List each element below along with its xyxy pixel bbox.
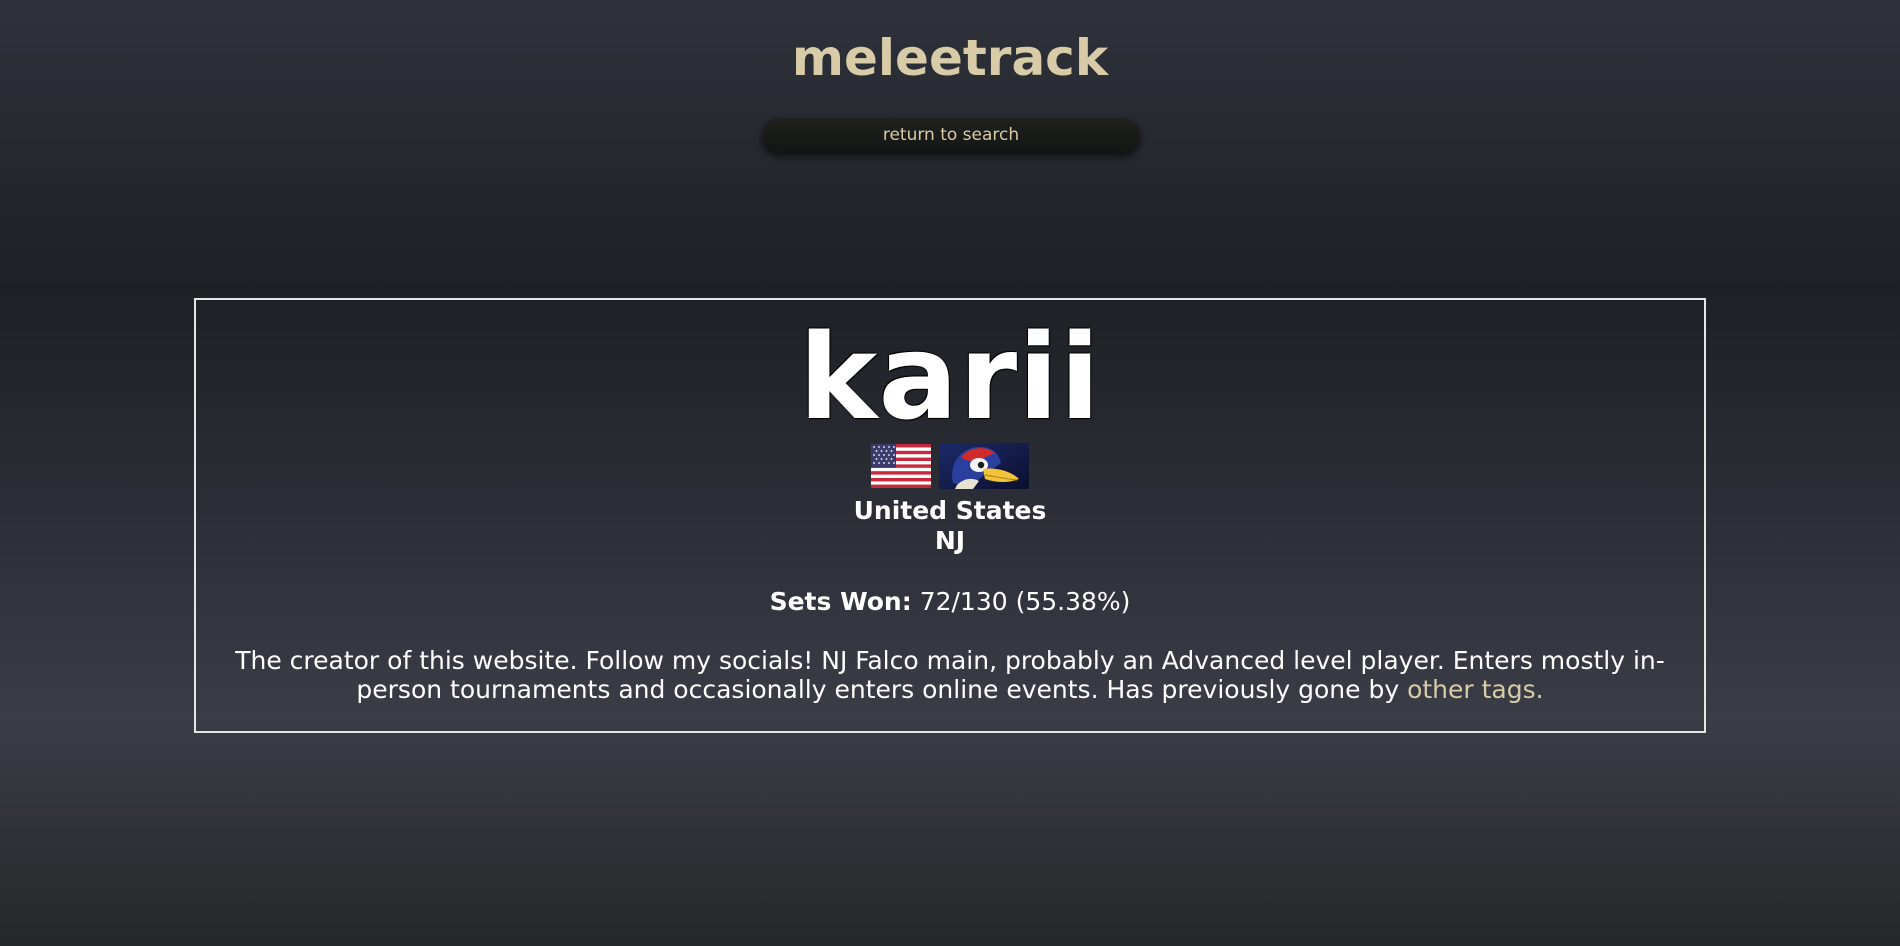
player-tag: karii <box>798 308 1102 446</box>
player-region: NJ <box>934 526 966 555</box>
sets-won-stat: Sets Won: 72/130 (55.38%) <box>196 586 1704 618</box>
player-bio: The creator of this website. Follow my s… <box>206 646 1694 704</box>
us-flag-icon <box>871 444 931 488</box>
other-tags-link[interactable]: other tags. <box>1407 675 1544 704</box>
sets-won-label: Sets Won: <box>769 587 912 616</box>
player-country: United States <box>853 496 1047 525</box>
player-icons <box>196 443 1704 489</box>
site-title: meleetrack <box>791 29 1109 87</box>
sets-won-value: 72/130 (55.38%) <box>919 587 1131 616</box>
return-to-search-button[interactable]: return to search <box>762 118 1140 152</box>
player-profile-card: karii United States NJ Sets Won: 72/130 … <box>194 298 1706 733</box>
falco-icon <box>939 443 1029 489</box>
